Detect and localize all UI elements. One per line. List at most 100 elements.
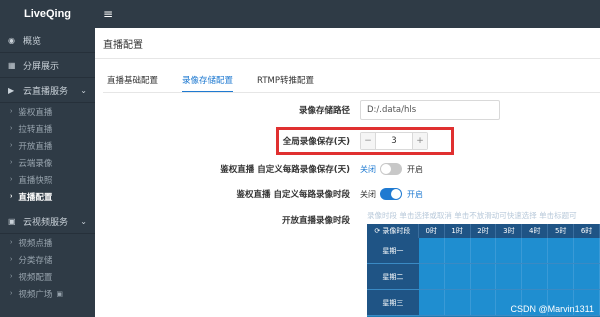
switch-off-label: 关闭 [360, 164, 376, 174]
day-label[interactable]: 星期三 [367, 290, 419, 315]
tabs-divider [103, 92, 600, 93]
sidebar-item-split-screen[interactable]: ▦ 分屏展示 [0, 53, 95, 78]
film-icon: ▣ [8, 216, 16, 226]
sidebar-sub-category-storage[interactable]: › 分类存储 [0, 251, 95, 268]
divider [95, 58, 600, 59]
hour-header[interactable]: 5时 [548, 224, 575, 238]
schedule-cell[interactable] [444, 290, 471, 315]
hour-header[interactable]: 2时 [471, 224, 497, 238]
schedule-cell[interactable] [418, 290, 445, 315]
sidebar-sub-video-square[interactable]: › 视频广场 ▣ [0, 285, 95, 302]
sidebar-sub-snapshot[interactable]: › 直播快照 [0, 171, 95, 188]
sidebar-sub-live-config[interactable]: › 直播配置 [0, 188, 95, 205]
schedule-cell[interactable] [522, 264, 549, 289]
auth-period-label: 鉴权直播 自定义每路录像时段 [236, 190, 350, 200]
bullet-icon: › [10, 193, 13, 200]
schedule-cell[interactable] [418, 238, 445, 263]
schedule-cell[interactable] [444, 264, 471, 289]
highlight-box [276, 127, 454, 155]
schedule-corner[interactable]: ⟳ 录像时段 [367, 224, 419, 238]
open-period-label: 开放直播录像时段 [281, 216, 350, 226]
schedule-cell[interactable] [522, 238, 549, 263]
day-label[interactable]: 星期一 [367, 238, 419, 263]
schedule-cell[interactable] [470, 238, 497, 263]
sidebar-sub-label: 视频配置 [18, 271, 53, 282]
day-label[interactable]: 星期二 [367, 264, 419, 289]
sidebar-group-cloud-video[interactable]: ▣ 云视频服务 ⌄ [0, 209, 95, 234]
schedule-row: 星期二 [367, 264, 600, 290]
dashboard-icon: ◉ [8, 35, 15, 45]
grid-icon: ▦ [8, 60, 16, 70]
sidebar-sub-label: 开放直播 [18, 140, 53, 151]
storage-path-label: 录像存储路径 [298, 106, 350, 116]
schedule-header: ⟳ 录像时段 0时 1时 2时 3时 4时 5时 6时 [367, 224, 600, 238]
tab-bar: 直播基础配置 录像存储配置 RTMP转推配置 [107, 74, 338, 93]
sidebar-sub-label: 直播快照 [18, 174, 53, 185]
auth-retain-toggle[interactable] [380, 163, 402, 175]
bullet-icon: › [10, 256, 13, 263]
auth-retain-switch-group: 关闭 开启 [360, 163, 423, 175]
sidebar: ◉ 概览 ▦ 分屏展示 ▶ 云直播服务 ⌄ › 鉴权直播 › 拉转直播 › 开放直播 … [0, 28, 95, 317]
top-bar: LiveQing ≡ [0, 0, 600, 28]
storage-path-value: D:/.data/hls [367, 105, 417, 115]
sidebar-group-label: 云直播服务 [23, 85, 69, 96]
schedule-cell[interactable] [574, 238, 600, 263]
sidebar-sub-label: 鉴权直播 [18, 106, 53, 117]
hour-header[interactable]: 1时 [445, 224, 471, 238]
sidebar-sub-pull-live[interactable]: › 拉转直播 [0, 120, 95, 137]
switch-off-label: 关闭 [360, 189, 376, 199]
sidebar-sub-label: 视频点播 [18, 237, 53, 248]
bullet-icon: › [10, 273, 13, 280]
sidebar-sub-cloud-record[interactable]: › 云端录像 [0, 154, 95, 171]
hamburger-icon[interactable]: ≡ [103, 7, 113, 21]
switch-on-label: 开启 [407, 189, 423, 199]
schedule-cell[interactable] [496, 238, 523, 263]
sidebar-item-label: 分屏展示 [23, 60, 60, 71]
hour-header[interactable]: 0时 [419, 224, 445, 238]
sidebar-sub-vod[interactable]: › 视频点播 [0, 234, 95, 251]
schedule-cell[interactable] [496, 264, 523, 289]
row-open-period: 开放直播录像时段 [195, 214, 360, 226]
sidebar-group-label: 云视频服务 [23, 216, 69, 227]
toggle-knob [391, 189, 401, 199]
auth-period-switch-group: 关闭 开启 [360, 188, 423, 200]
row-auth-period: 鉴权直播 自定义每路录像时段 关闭 开启 [195, 188, 423, 200]
main-content: 直播配置 直播基础配置 录像存储配置 RTMP转推配置 录像存储路径 D:/.d… [95, 28, 600, 317]
chevron-down-icon: ⌄ [80, 216, 87, 226]
page-title: 直播配置 [103, 40, 143, 51]
sidebar-group-cloud-live[interactable]: ▶ 云直播服务 ⌄ [0, 78, 95, 103]
sidebar-sub-label: 云端录像 [18, 157, 53, 168]
tab-record-storage[interactable]: 录像存储配置 [182, 74, 234, 93]
tab-rtmp-push[interactable]: RTMP转推配置 [257, 74, 314, 93]
bullet-icon: › [10, 159, 13, 166]
sidebar-item-overview[interactable]: ◉ 概览 [0, 28, 95, 53]
schedule-cell[interactable] [470, 290, 497, 315]
image-icon: ▣ [56, 290, 63, 298]
hour-header[interactable]: 6时 [574, 224, 600, 238]
hour-header[interactable]: 4时 [522, 224, 549, 238]
sidebar-sub-auth-live[interactable]: › 鉴权直播 [0, 103, 95, 120]
sidebar-item-label: 概览 [23, 35, 42, 46]
schedule-cell[interactable] [548, 264, 575, 289]
schedule-cell[interactable] [444, 238, 471, 263]
tab-live-basic[interactable]: 直播基础配置 [107, 74, 158, 93]
hour-header[interactable]: 3时 [496, 224, 523, 238]
toggle-knob [381, 164, 391, 174]
sidebar-sub-open-live[interactable]: › 开放直播 [0, 137, 95, 154]
sidebar-sub-label: 视频广场 [18, 288, 53, 299]
sidebar-sub-label: 拉转直播 [18, 123, 53, 134]
storage-path-input[interactable]: D:/.data/hls [360, 100, 500, 120]
app-logo: LiveQing [23, 8, 72, 20]
schedule-cell[interactable] [418, 264, 445, 289]
auth-period-toggle[interactable] [380, 188, 402, 200]
sidebar-sub-video-config[interactable]: › 视频配置 [0, 268, 95, 285]
schedule-hint: 录像时段 单击选择或取消 单击不放滑动可快速选择 单击标题可 [367, 211, 577, 220]
schedule-cell[interactable] [470, 264, 497, 289]
schedule-row: 星期一 [367, 238, 600, 264]
row-auth-retain: 鉴权直播 自定义每路录像保存(天) 关闭 开启 [195, 163, 423, 175]
auth-retain-label: 鉴权直播 自定义每路录像保存(天) [220, 165, 350, 175]
schedule-cell[interactable] [574, 264, 600, 289]
bullet-icon: › [10, 176, 13, 183]
video-camera-icon: ▶ [8, 85, 15, 95]
schedule-cell[interactable] [548, 238, 575, 263]
